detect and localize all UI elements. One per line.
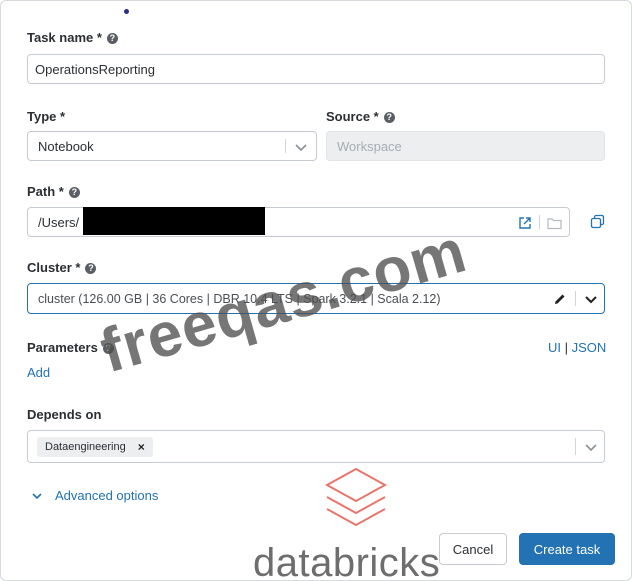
edit-pencil-icon[interactable] xyxy=(553,292,567,306)
chevron-down-icon[interactable] xyxy=(294,140,308,154)
cluster-select[interactable]: cluster (126.00 GB | 36 Cores | DBR 10.4… xyxy=(27,283,605,314)
dependency-chip: Dataengineering × xyxy=(37,437,153,457)
dependency-chip-label: Dataengineering xyxy=(45,441,126,453)
create-task-button[interactable]: Create task xyxy=(519,533,615,565)
open-external-icon[interactable] xyxy=(518,216,532,230)
task-name-label-text: Task name * xyxy=(27,30,102,45)
folder-icon[interactable] xyxy=(547,216,562,230)
link-divider: | xyxy=(564,340,569,355)
databricks-wordmark: databricks xyxy=(253,541,441,581)
ui-link[interactable]: UI xyxy=(548,340,561,355)
select-divider xyxy=(575,291,576,306)
source-label: Source *? xyxy=(326,109,395,124)
help-icon[interactable]: ? xyxy=(106,33,118,44)
remove-chip-icon[interactable]: × xyxy=(138,440,145,454)
type-value: Notebook xyxy=(38,138,94,154)
help-icon[interactable]: ? xyxy=(102,343,114,354)
path-label-text: Path * xyxy=(27,184,64,199)
path-value: /Users/ xyxy=(38,214,80,230)
help-icon[interactable]: ? xyxy=(68,187,80,198)
type-label: Type * xyxy=(27,109,66,124)
path-label: Path *? xyxy=(27,184,80,199)
advanced-options-toggle[interactable]: Advanced options xyxy=(31,488,158,503)
source-select: Workspace xyxy=(326,131,605,161)
help-icon[interactable]: ? xyxy=(85,263,97,274)
parameters-label-text: Parameters xyxy=(27,340,98,355)
advanced-options-label: Advanced options xyxy=(55,488,159,503)
chevron-down-icon xyxy=(32,492,42,499)
chevron-down-icon[interactable] xyxy=(584,292,598,306)
task-name-label: Task name *? xyxy=(27,30,118,45)
path-divider xyxy=(539,215,540,229)
parameters-label: Parameters? xyxy=(27,340,114,355)
select-divider xyxy=(575,438,576,455)
redacted-path xyxy=(83,207,265,235)
add-parameter-link[interactable]: Add xyxy=(27,365,50,380)
databricks-logo-icon xyxy=(324,467,388,527)
select-divider xyxy=(285,139,286,153)
type-select[interactable]: Notebook xyxy=(27,131,317,161)
chevron-down-icon[interactable] xyxy=(584,440,598,454)
parameters-mode-links: UI | JSON xyxy=(548,340,606,355)
cluster-value: cluster (126.00 GB | 36 Cores | DBR 10.4… xyxy=(38,291,441,306)
decorative-dot xyxy=(124,9,129,14)
cancel-button[interactable]: Cancel xyxy=(439,533,507,565)
cluster-label-text: Cluster * xyxy=(27,260,81,275)
depends-on-label: Depends on xyxy=(27,407,102,422)
copy-icon[interactable] xyxy=(590,214,605,229)
task-name-value: OperationsReporting xyxy=(35,61,155,77)
json-link[interactable]: JSON xyxy=(572,340,607,355)
source-value: Workspace xyxy=(337,138,402,154)
help-icon[interactable]: ? xyxy=(383,112,395,123)
task-name-input[interactable]: OperationsReporting xyxy=(27,54,605,84)
create-task-dialog: Task name *? OperationsReporting Type * … xyxy=(0,0,632,581)
source-label-text: Source * xyxy=(326,109,379,124)
cluster-label: Cluster *? xyxy=(27,260,97,275)
depends-on-select[interactable]: Dataengineering × xyxy=(27,430,605,463)
